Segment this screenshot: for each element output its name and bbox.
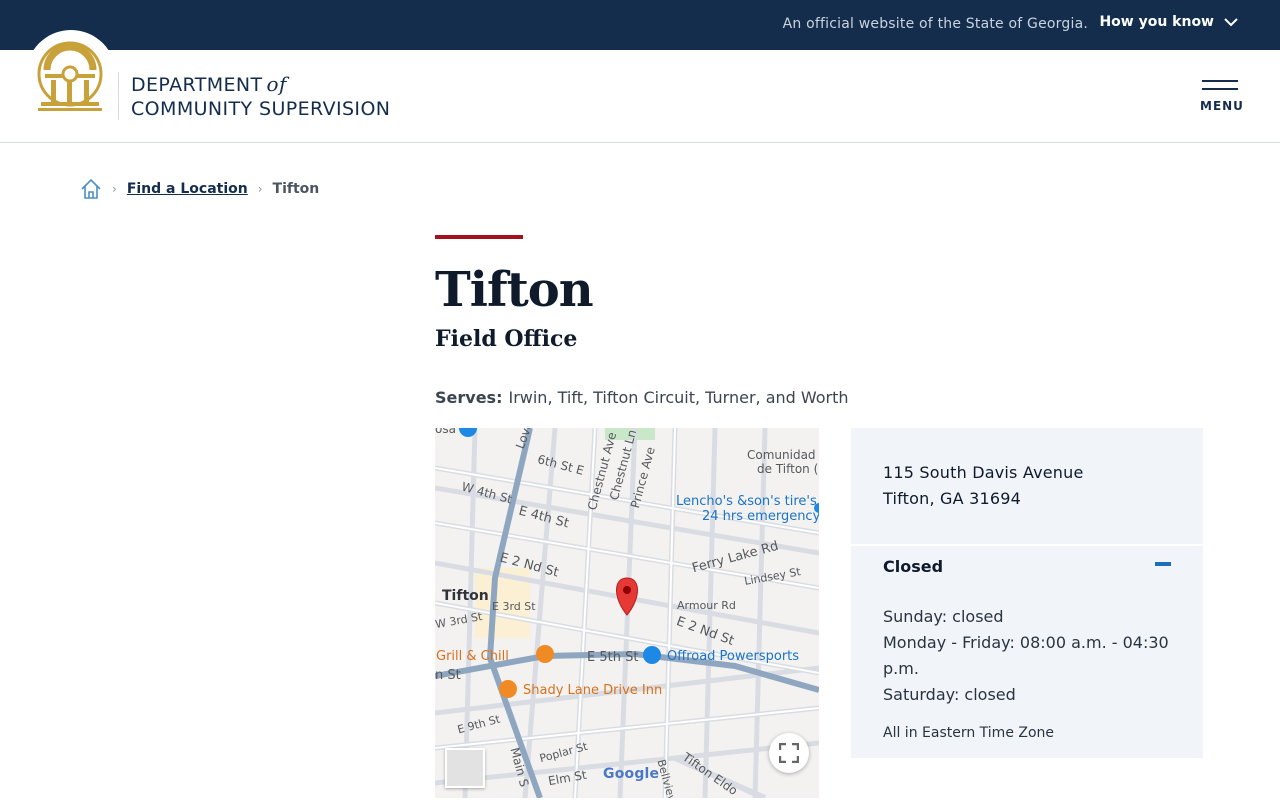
home-icon: [81, 178, 101, 199]
hours-list: Sunday: closed Monday - Friday: 08:00 a.…: [883, 604, 1183, 708]
brand-line-1: DEPARTMENT: [131, 74, 263, 96]
map-label-shady-lane-drive-inn: Shady Lane Drive Inn: [523, 683, 663, 698]
hamburger-icon-bar: [1202, 88, 1238, 90]
timezone-note: All in Eastern Time Zone: [883, 725, 1055, 741]
address: 115 South Davis Avenue Tifton, GA 31694: [883, 460, 1084, 512]
map-label-lencho-tires: Lencho's &son's tire's: [676, 494, 817, 509]
fullscreen-icon: [779, 743, 799, 763]
map-label-comunidad-2: de Tifton (: [757, 462, 819, 476]
page-title: Tifton: [435, 262, 594, 318]
official-banner: An official website of the State of Geor…: [0, 0, 1280, 50]
serves-label: Serves:: [435, 388, 503, 407]
card-divider: [851, 544, 1203, 546]
map-label-comunidad: Comunidad: [747, 448, 816, 462]
menu-button[interactable]: MENU: [1200, 80, 1244, 120]
map-label-lencho-tires-2: 24 hrs emergency: [702, 509, 819, 524]
map-label-offroad-powersports: Offroad Powersports: [667, 649, 800, 664]
map-fullscreen-button[interactable]: [769, 733, 809, 773]
title-accent-bar: [435, 235, 523, 239]
serves-value: Irwin, Tift, Tifton Circuit, Turner, and…: [508, 388, 849, 407]
hours-item: Monday - Friday: 08:00 a.m. - 04:30 p.m.: [883, 633, 1169, 678]
collapse-hours-icon[interactable]: [1155, 562, 1171, 566]
menu-label: MENU: [1200, 99, 1244, 113]
brand-divider: [118, 72, 119, 120]
breadcrumb: › Find a Location › Tifton: [80, 178, 319, 200]
official-site-text: An official website of the State of Geor…: [782, 16, 1088, 32]
how-you-know-label: How you know: [1099, 14, 1214, 30]
google-logo: Google: [603, 766, 660, 782]
map-label-n-st: n St: [435, 668, 461, 683]
map-label-grill-chill: Grill & Chill: [436, 649, 509, 664]
georgia-seal-logo[interactable]: [26, 30, 116, 120]
chevron-right-icon: ›: [257, 182, 263, 196]
map-roads: [435, 428, 819, 798]
serves-counties: Serves: Irwin, Tift, Tifton Circuit, Turn…: [435, 388, 849, 407]
address-line-2: Tifton, GA 31694: [883, 489, 1021, 508]
chevron-down-icon: [1224, 18, 1238, 27]
hours-item: Sunday: closed: [883, 607, 1004, 626]
open-status[interactable]: Closed: [883, 557, 943, 576]
location-map[interactable]: osa Love Ave 6th St E W 4th St E 4th St …: [435, 428, 819, 798]
map-label-osa: osa: [435, 428, 456, 436]
address-line-1: 115 South Davis Avenue: [883, 463, 1084, 482]
location-info-card: 115 South Davis Avenue Tifton, GA 31694 …: [851, 428, 1203, 758]
map-label-armour-rd: Armour Rd: [677, 599, 736, 612]
hours-item: Saturday: closed: [883, 685, 1016, 704]
street-view-pegman[interactable]: [445, 748, 485, 788]
site-header: DEPARTMENT of COMMUNITY SUPERVISION MENU: [0, 30, 1280, 143]
breadcrumb-current: Tifton: [272, 181, 320, 197]
home-link[interactable]: [80, 178, 102, 200]
brand-of: of: [266, 72, 287, 96]
breadcrumb-find-location-link[interactable]: Find a Location: [127, 181, 248, 197]
page-subtitle: Field Office: [435, 326, 578, 352]
map-label-e5th-st: E 5th St: [587, 650, 639, 665]
chevron-right-icon: ›: [112, 182, 117, 196]
hamburger-icon: [1202, 80, 1238, 82]
how-you-know-button[interactable]: How you know: [1099, 14, 1238, 30]
agency-name[interactable]: DEPARTMENT of COMMUNITY SUPERVISION: [131, 72, 390, 121]
brand-line-2: COMMUNITY SUPERVISION: [131, 98, 391, 120]
map-label-tifton: Tifton: [442, 588, 489, 604]
map-label-e3rd-st: E 3rd St: [492, 600, 536, 613]
seal-icon: [37, 41, 103, 111]
